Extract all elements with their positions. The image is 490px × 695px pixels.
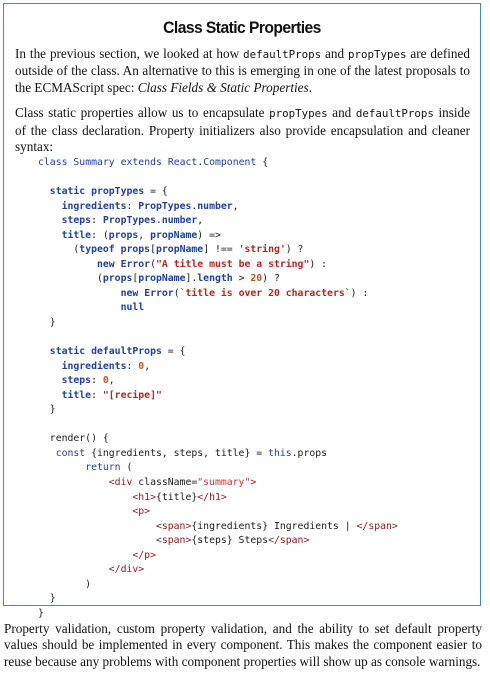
inline-code: defaultProps (243, 48, 322, 61)
code-line: <div className="summary"> (108, 477, 257, 489)
code-line: steps: 0, (61, 375, 115, 387)
sidebar-paragraph-1: In the previous section, we looked at ho… (15, 46, 470, 96)
text-run: and (327, 105, 356, 121)
code-line: } (38, 404, 56, 416)
code-line: return ( (85, 462, 133, 474)
code-line: } (38, 317, 56, 329)
code-line: <h1>{title}</h1> (132, 491, 227, 503)
code-line: <span>{steps} Steps</span> (155, 535, 310, 547)
text-run: and (321, 46, 348, 61)
code-line: class Summary extends React.Component { (38, 157, 269, 168)
code-line: new Error(`title is over 20 characters`)… (120, 287, 369, 299)
code-line: new Error("A title must be a string") : (96, 258, 328, 270)
inline-code: defaultProps (355, 107, 434, 121)
code-line: <span>{ingredients} Ingredients | </span… (155, 520, 398, 532)
code-line: static propTypes = { (49, 186, 168, 198)
text-run: . (308, 79, 312, 95)
code-line: } (38, 593, 56, 605)
code-line: ) (38, 578, 92, 590)
code-block: class Summary extends React.Component { … (38, 156, 398, 622)
code-line: render() { (38, 433, 109, 445)
code-line: const {ingredients, steps, title} = this… (55, 447, 328, 459)
sidebar-box: Class Static Properties In the previous … (3, 3, 481, 619)
sidebar-title: Class Static Properties (163, 18, 321, 37)
code-line: } (38, 607, 44, 619)
emphasis-text: Class Fields & Static Properties (137, 79, 309, 95)
code-line: ingredients: 0, (61, 360, 151, 372)
code-line: steps: PropTypes.number, (61, 215, 204, 227)
inline-code: propTypes (269, 107, 328, 121)
code-line: static defaultProps = { (49, 346, 186, 358)
sidebar-paragraph-2: Class static properties allow us to enca… (15, 105, 470, 155)
code-line: null (120, 302, 145, 314)
code-line: title: "[recipe]" (61, 389, 162, 401)
inline-code: propTypes (347, 48, 407, 61)
code-line: <p> (132, 506, 151, 518)
body-paragraph: Property validation, custom property val… (4, 621, 482, 669)
code-line: (props[propName].length > 20) ? (38, 273, 280, 285)
code-line: </p> (132, 549, 156, 561)
code-line: </div> (108, 564, 145, 576)
text-run: Class static properties allow us to enca… (15, 105, 270, 121)
code-line: (typeof props[propName] !== 'string') ? (38, 244, 304, 256)
code-line: ingredients: PropTypes.number, (61, 200, 239, 212)
text-run: In the previous section, we looked at ho… (15, 46, 244, 61)
code-line: title: (props, propName) => (61, 229, 221, 241)
